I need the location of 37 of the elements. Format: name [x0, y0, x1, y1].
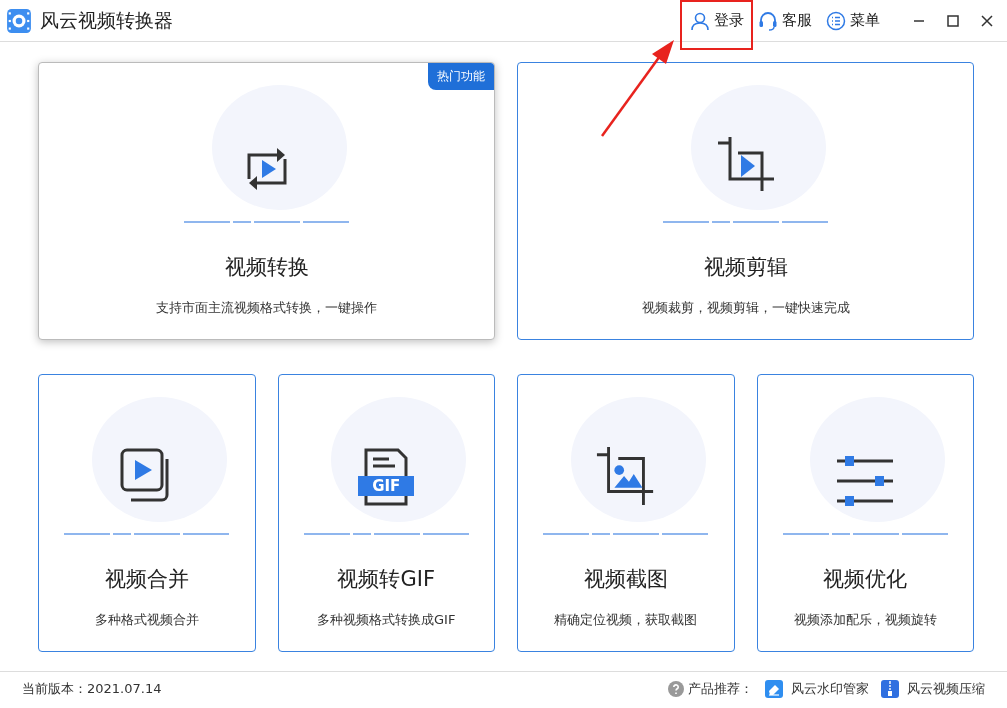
close-icon[interactable]	[981, 14, 993, 27]
zip-app-icon	[881, 680, 899, 698]
feature-title: 视频转GIF	[337, 566, 435, 593]
feature-card[interactable]: GIF 视频转GIF 多种视频格式转换成GIF	[277, 374, 495, 652]
feature-card[interactable]: 视频优化 视频添加配乐，视频旋转	[756, 374, 974, 652]
help-icon	[668, 681, 684, 697]
feature-card[interactable]: 视频剪辑 视频裁剪，视频剪辑，一键快速完成	[517, 62, 974, 340]
window-title: 风云视频转换器	[40, 7, 173, 33]
sliders-icon	[835, 455, 896, 507]
hot-badge: 热门功能	[428, 63, 494, 90]
feature-description: 精确定位视频，获取截图	[554, 611, 698, 629]
feature-title: 视频转换	[224, 254, 309, 281]
feature-description: 支持市面主流视频格式转换，一键操作	[156, 299, 377, 317]
feature-title: 视频截图	[583, 566, 668, 593]
feature-card[interactable]: 视频合并 多种格式视频合并	[38, 374, 256, 652]
eraser-app-icon	[765, 680, 783, 698]
feature-title: 视频合并	[104, 566, 189, 593]
header-action-button[interactable]: 菜单	[823, 8, 883, 33]
feature-card[interactable]: 热门功能 视频转换 支持市面主流视频格式转换，一键操作	[38, 62, 495, 340]
feature-title: 视频优化	[823, 566, 908, 593]
version-text: 当前版本：2021.07.14	[22, 680, 162, 698]
product-link[interactable]: 风云水印管家	[765, 680, 869, 698]
header-action-button[interactable]: 客服	[755, 8, 815, 33]
menu-icon	[826, 10, 846, 31]
user-icon	[690, 10, 710, 31]
feature-description: 视频添加配乐，视频旋转	[793, 611, 937, 629]
headset-icon	[758, 10, 778, 31]
recommend-label: 产品推荐：	[688, 680, 753, 698]
app-logo-icon	[6, 7, 32, 34]
feature-card[interactable]: 视频截图 精确定位视频，获取截图	[517, 374, 735, 652]
maximize-icon[interactable]	[947, 14, 959, 27]
product-link[interactable]: 风云视频压缩	[881, 680, 985, 698]
feature-title: 视频剪辑	[703, 254, 788, 281]
header-action-button[interactable]: 登录	[687, 8, 747, 33]
feature-description: 多种视频格式转换成GIF	[317, 611, 456, 629]
feature-description: 多种格式视频合并	[94, 611, 199, 629]
feature-description: 视频裁剪，视频剪辑，一键快速完成	[641, 299, 850, 317]
